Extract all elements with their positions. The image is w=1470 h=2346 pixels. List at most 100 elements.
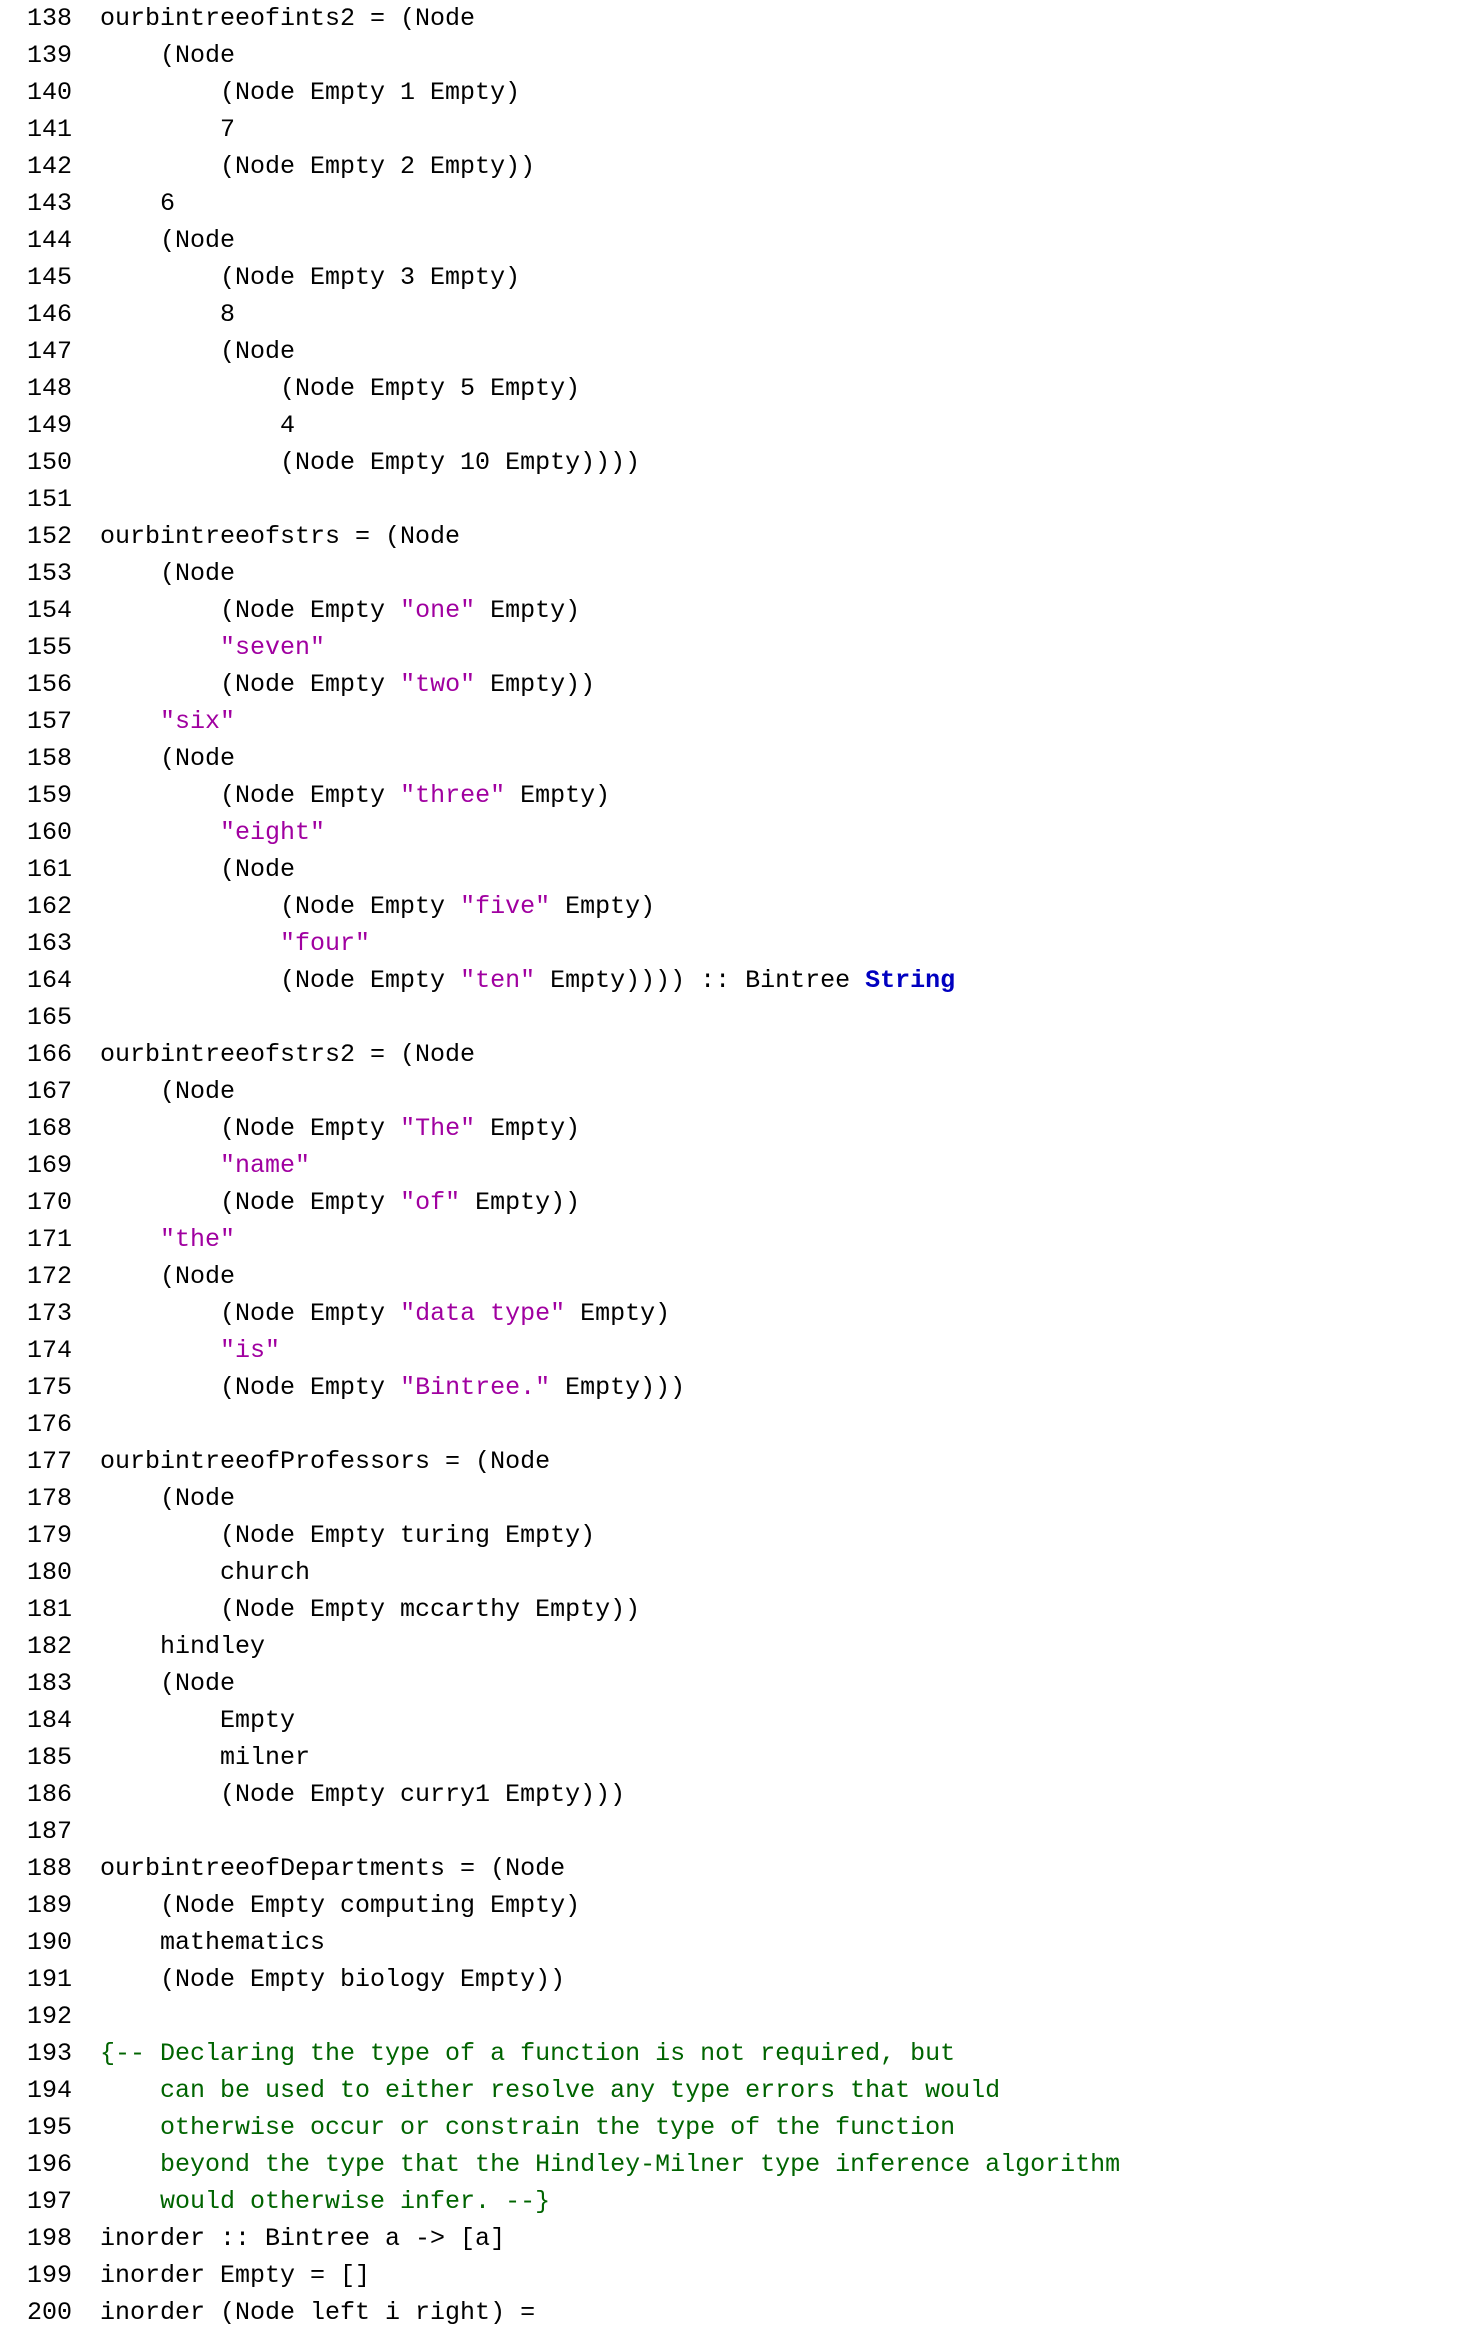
code-segment: (Node [100, 559, 235, 588]
code-segment: (Node [100, 744, 235, 773]
line-number: 148 [0, 370, 100, 407]
code-segment: "four" [280, 929, 370, 958]
code-segment: "one" [400, 596, 475, 625]
code-content: (Node [100, 333, 1470, 370]
line-number: 186 [0, 1776, 100, 1813]
code-segment: (Node [100, 337, 295, 366]
code-content: (Node [100, 222, 1470, 259]
code-segment: String [865, 966, 955, 995]
code-line: 187 [0, 1813, 1470, 1850]
code-content: ourbintreeofDepartments = (Node [100, 1850, 1470, 1887]
code-line: 188ourbintreeofDepartments = (Node [0, 1850, 1470, 1887]
code-line: 199inorder Empty = [] [0, 2257, 1470, 2294]
code-segment: mathematics [100, 1928, 325, 1957]
line-number: 152 [0, 518, 100, 555]
line-number: 138 [0, 0, 100, 37]
line-number: 175 [0, 1369, 100, 1406]
line-number: 159 [0, 777, 100, 814]
code-content: (Node Empty "one" Empty) [100, 592, 1470, 629]
code-segment: "ten" [460, 966, 535, 995]
code-line: 141 7 [0, 111, 1470, 148]
code-content: beyond the type that the Hindley-Milner … [100, 2146, 1470, 2183]
line-number: 163 [0, 925, 100, 962]
code-line: 181 (Node Empty mccarthy Empty)) [0, 1591, 1470, 1628]
line-number: 170 [0, 1184, 100, 1221]
code-content: (Node [100, 1258, 1470, 1295]
code-line: 157 "six" [0, 703, 1470, 740]
code-segment: (Node Empty [100, 1114, 400, 1143]
code-content: (Node Empty 3 Empty) [100, 259, 1470, 296]
line-number: 140 [0, 74, 100, 111]
code-line: 166ourbintreeofstrs2 = (Node [0, 1036, 1470, 1073]
code-content: can be used to either resolve any type e… [100, 2072, 1470, 2109]
code-segment: 6 [100, 189, 175, 218]
code-line: 155 "seven" [0, 629, 1470, 666]
code-line: 180 church [0, 1554, 1470, 1591]
code-content: hindley [100, 1628, 1470, 1665]
code-segment: otherwise occur or constrain the type of… [100, 2113, 955, 2142]
code-line: 142 (Node Empty 2 Empty)) [0, 148, 1470, 185]
code-segment: (Node Empty biology Empty)) [100, 1965, 565, 1994]
line-number: 147 [0, 333, 100, 370]
code-segment: "five" [460, 892, 550, 921]
code-content: church [100, 1554, 1470, 1591]
code-line: 192 [0, 1998, 1470, 2035]
code-line: 175 (Node Empty "Bintree." Empty))) [0, 1369, 1470, 1406]
code-segment: inorder (Node left i right) = [100, 2298, 535, 2327]
code-line: 170 (Node Empty "of" Empty)) [0, 1184, 1470, 1221]
code-segment: "Bintree." [400, 1373, 550, 1402]
line-number: 196 [0, 2146, 100, 2183]
code-segment: "three" [400, 781, 505, 810]
line-number: 161 [0, 851, 100, 888]
code-line: 172 (Node [0, 1258, 1470, 1295]
code-content [100, 1813, 1470, 1850]
code-content: would otherwise infer. --} [100, 2183, 1470, 2220]
line-number: 178 [0, 1480, 100, 1517]
code-line: 173 (Node Empty "data type" Empty) [0, 1295, 1470, 1332]
code-segment [100, 929, 280, 958]
code-segment: church [100, 1558, 310, 1587]
code-line: 197 would otherwise infer. --} [0, 2183, 1470, 2220]
code-line: 146 8 [0, 296, 1470, 333]
code-segment [100, 1151, 220, 1180]
code-segment: (Node [100, 1077, 235, 1106]
code-segment: "The" [400, 1114, 475, 1143]
line-number: 187 [0, 1813, 100, 1850]
code-segment: ourbintreeofDepartments = (Node [100, 1854, 565, 1883]
line-number: 141 [0, 111, 100, 148]
line-number: 185 [0, 1739, 100, 1776]
code-content: Empty [100, 1702, 1470, 1739]
code-content [100, 1406, 1470, 1443]
code-segment: "seven" [220, 633, 325, 662]
code-line: 185 milner [0, 1739, 1470, 1776]
code-content: (Node Empty "five" Empty) [100, 888, 1470, 925]
code-content: (Node Empty 5 Empty) [100, 370, 1470, 407]
code-content: ourbintreeofstrs2 = (Node [100, 1036, 1470, 1073]
line-number: 195 [0, 2109, 100, 2146]
code-segment: (Node [100, 1669, 235, 1698]
code-line: 189 (Node Empty computing Empty) [0, 1887, 1470, 1924]
code-segment: Empty)) [460, 1188, 580, 1217]
line-number: 198 [0, 2220, 100, 2257]
code-segment: (Node Empty [100, 596, 400, 625]
code-content: mathematics [100, 1924, 1470, 1961]
code-segment: Empty) [565, 1299, 670, 1328]
line-number: 146 [0, 296, 100, 333]
code-segment: "two" [400, 670, 475, 699]
code-line: 164 (Node Empty "ten" Empty)))) :: Bintr… [0, 962, 1470, 999]
code-segment: (Node Empty mccarthy Empty)) [100, 1595, 640, 1624]
line-number: 165 [0, 999, 100, 1036]
code-content: (Node [100, 851, 1470, 888]
code-content: 7 [100, 111, 1470, 148]
line-number: 157 [0, 703, 100, 740]
code-segment: (Node [100, 41, 235, 70]
code-segment: inorder Empty = [] [100, 2261, 370, 2290]
code-line: 149 4 [0, 407, 1470, 444]
line-number: 174 [0, 1332, 100, 1369]
code-line: 162 (Node Empty "five" Empty) [0, 888, 1470, 925]
code-line: 153 (Node [0, 555, 1470, 592]
code-line: 159 (Node Empty "three" Empty) [0, 777, 1470, 814]
line-number: 153 [0, 555, 100, 592]
code-segment: (Node Empty 5 Empty) [100, 374, 580, 403]
line-number: 172 [0, 1258, 100, 1295]
